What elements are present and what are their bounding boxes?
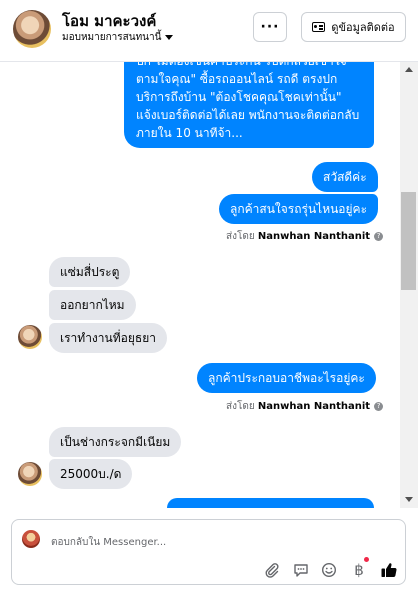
- outgoing-message-partial: [167, 498, 374, 508]
- sent-by-prefix: ส่งโดย: [226, 401, 255, 412]
- assign-label: มอบหมายการสนทนานี้: [62, 32, 162, 43]
- contact-avatar[interactable]: [13, 10, 51, 48]
- more-options-button[interactable]: ···: [253, 12, 287, 42]
- incoming-message: ออกยากไหม: [49, 290, 136, 320]
- caret-down-icon: [165, 35, 174, 40]
- contact-card-icon: [312, 22, 326, 32]
- incoming-message: เป็นช่างกระจกมีเนียม: [49, 427, 182, 457]
- outgoing-message: ปก ไม่ต้องเซ็นค้ำประกัน รับดีกล้วยเข้าใจ…: [124, 62, 374, 148]
- chat-bubble-icon[interactable]: [292, 561, 310, 579]
- scroll-up-arrow-icon[interactable]: [405, 67, 413, 72]
- view-contact-info-button[interactable]: ดูข้อมูลติดต่อ: [301, 12, 406, 42]
- message-thread[interactable]: ปก ไม่ต้องเซ็นค้ำประกัน รับดีกล้วยเข้าใจ…: [0, 62, 400, 508]
- assign-conversation-dropdown[interactable]: มอบหมายการสนทนานี้: [62, 30, 174, 45]
- reply-input[interactable]: ตอบกลับใน Messenger...: [51, 535, 166, 550]
- outgoing-message: ลูกค้าประกอบอาชีพอะไรอยู่คะ: [197, 363, 376, 393]
- incoming-message: เราทำงานที่อยุธยา: [49, 323, 167, 353]
- help-icon[interactable]: ?: [374, 231, 384, 241]
- sent-by-prefix: ส่งโดย: [226, 231, 255, 242]
- incoming-message: แซ่มสี่ประตู: [49, 257, 131, 287]
- sent-by-label: ส่งโดย Nanwhan Nanthanit?: [226, 229, 384, 244]
- smiley-icon[interactable]: [320, 561, 338, 579]
- view-contact-info-label: ดูข้อมูลติดต่อ: [331, 21, 395, 34]
- sent-by-name: Nanwhan Nanthanit: [257, 401, 371, 412]
- notification-dot: [364, 557, 369, 562]
- outgoing-message: สวัสดีค่ะ: [312, 162, 378, 192]
- page-avatar: [22, 530, 40, 548]
- outgoing-message: ลูกค้าสนใจรถรุ่นไหนอยู่คะ: [219, 194, 379, 224]
- baht-icon[interactable]: ฿: [350, 561, 368, 579]
- sender-avatar: [18, 462, 42, 486]
- paperclip-icon[interactable]: [263, 561, 281, 579]
- thumbs-up-icon[interactable]: [380, 561, 398, 579]
- conversation-header: โอม มาคะวงค์ มอบหมายการสนทนานี้ ··· ดูข้…: [0, 0, 418, 62]
- sent-by-label: ส่งโดย Nanwhan Nanthanit?: [226, 399, 384, 414]
- help-icon[interactable]: ?: [374, 401, 384, 411]
- message-composer[interactable]: ตอบกลับใน Messenger... ฿: [11, 519, 406, 585]
- composer-toolbar: ฿: [12, 561, 407, 581]
- sender-avatar: [18, 325, 42, 349]
- scrollbar-thumb[interactable]: [401, 192, 416, 290]
- scroll-down-arrow-icon[interactable]: [405, 497, 413, 502]
- sent-by-name: Nanwhan Nanthanit: [257, 231, 371, 242]
- incoming-message: 25000บ./ด: [49, 459, 133, 489]
